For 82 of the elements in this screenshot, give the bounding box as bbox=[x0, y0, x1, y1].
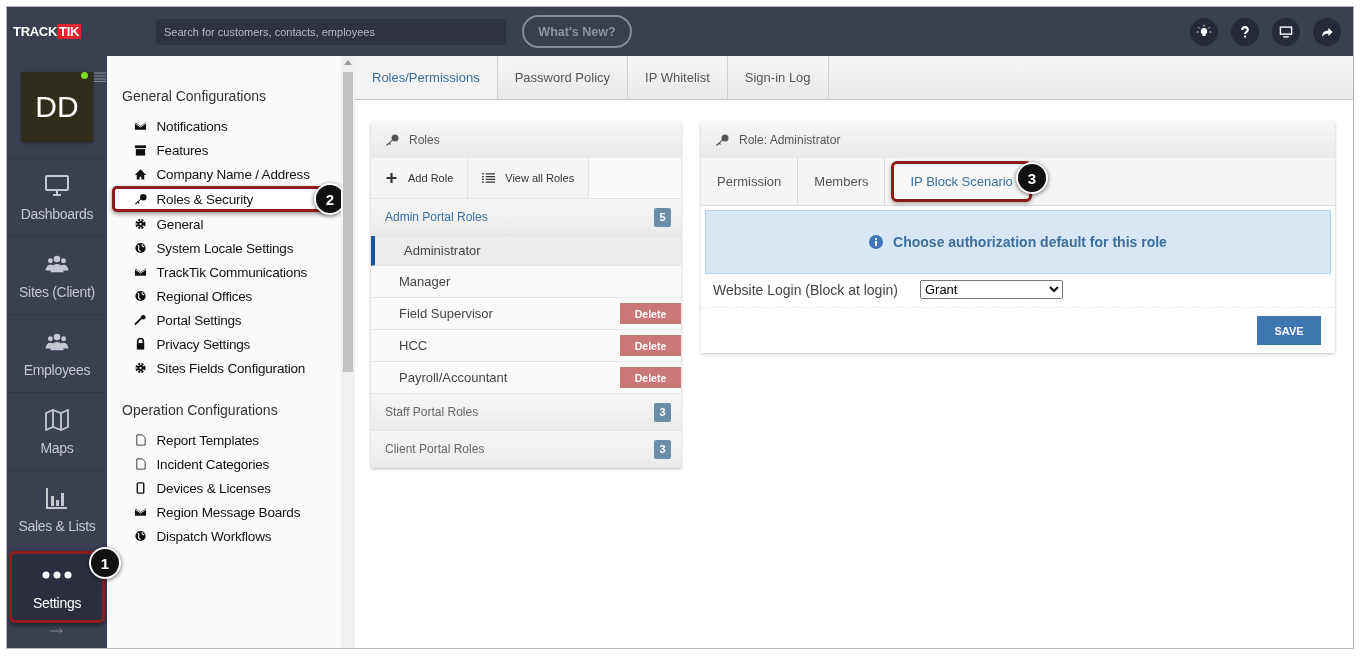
document-icon bbox=[134, 434, 147, 446]
tab[interactable]: Permission bbox=[701, 158, 799, 205]
save-button[interactable]: SAVE bbox=[1257, 316, 1321, 345]
count-badge: 5 bbox=[654, 207, 671, 227]
menu-item[interactable]: Privacy Settings bbox=[122, 332, 334, 356]
key-icon bbox=[134, 193, 147, 205]
add-role-button[interactable]: Add Role bbox=[371, 158, 469, 198]
envelope-icon bbox=[134, 120, 147, 132]
menu-item[interactable]: Region Message Boards bbox=[122, 500, 334, 524]
key-icon bbox=[385, 134, 399, 146]
lightbulb-button[interactable] bbox=[1190, 17, 1218, 46]
role-name: Payroll/Accountant bbox=[399, 370, 508, 385]
key-icon bbox=[715, 134, 729, 146]
share-button[interactable] bbox=[1313, 17, 1341, 46]
field-label: Website Login (Block at login) bbox=[713, 281, 898, 298]
tab[interactable]: Members bbox=[798, 158, 886, 205]
role-item[interactable]: Manager bbox=[371, 266, 681, 298]
globe-icon bbox=[134, 242, 147, 254]
globe-icon bbox=[134, 530, 147, 542]
menu-item[interactable]: Features bbox=[122, 138, 334, 162]
section-title: General Configurations bbox=[122, 88, 267, 104]
section-title: Operation Configurations bbox=[122, 402, 279, 418]
panel-title: Roles bbox=[409, 133, 440, 147]
menu-item[interactable]: TrackTik Communications bbox=[122, 260, 334, 284]
home-icon bbox=[134, 168, 147, 180]
scrollbar[interactable] bbox=[341, 56, 355, 648]
gift-icon bbox=[134, 144, 147, 156]
help-button[interactable] bbox=[1231, 17, 1259, 46]
role-name: HCC bbox=[399, 338, 428, 353]
document-icon bbox=[134, 458, 147, 470]
plus-icon bbox=[385, 172, 398, 184]
menu-item[interactable]: System Locale Settings bbox=[122, 236, 334, 260]
panel-title: Role: Administrator bbox=[739, 133, 841, 147]
gear-icon bbox=[134, 362, 147, 374]
count-badge: 3 bbox=[654, 402, 671, 422]
menu-item[interactable]: Report Templates bbox=[122, 428, 334, 452]
monitor-icon bbox=[43, 173, 71, 198]
info-text: Choose authorization default for this role bbox=[893, 234, 1167, 250]
info-icon bbox=[869, 235, 884, 249]
step-badge: 2 bbox=[314, 183, 341, 215]
role-group-header[interactable]: Admin Portal Roles 5 bbox=[371, 199, 681, 236]
logo[interactable]: TRACKTIK bbox=[13, 24, 156, 39]
monitor-icon bbox=[1279, 24, 1293, 39]
role-item[interactable]: Field Supervisor Delete bbox=[371, 298, 681, 330]
menu-item[interactable]: Company Name / Address bbox=[122, 162, 334, 186]
role-name: Manager bbox=[399, 274, 451, 289]
wrench-icon bbox=[134, 314, 147, 326]
globe-icon bbox=[134, 290, 147, 302]
monitor-button[interactable] bbox=[1272, 17, 1300, 46]
phone-icon bbox=[134, 482, 147, 494]
more-icon bbox=[42, 571, 72, 579]
envelope-icon bbox=[134, 266, 147, 278]
menu-item[interactable]: Sites Fields Configuration bbox=[122, 356, 334, 380]
envelope-icon bbox=[134, 506, 147, 518]
tab[interactable]: Password Policy bbox=[497, 56, 629, 99]
role-item[interactable]: HCC Delete bbox=[371, 330, 681, 362]
menu-item[interactable]: Devices & Licenses bbox=[122, 476, 334, 500]
tab[interactable]: Sign-in Log bbox=[727, 56, 829, 99]
count-badge: 3 bbox=[654, 439, 671, 459]
menu-item[interactable]: Incident Categories bbox=[122, 452, 334, 476]
search-field[interactable]: Search for customers, contacts, employees bbox=[156, 18, 506, 45]
menu-item[interactable]: Dispatch Workflows bbox=[122, 524, 334, 548]
role-group-header[interactable]: Client Portal Roles 3 bbox=[371, 431, 681, 468]
menu-item[interactable]: Notifications bbox=[122, 114, 334, 138]
menu-item[interactable]: Portal Settings bbox=[122, 308, 334, 332]
view-all-roles-button[interactable]: View all Roles bbox=[468, 158, 590, 198]
gear-icon bbox=[134, 218, 147, 230]
role-group-header[interactable]: Staff Portal Roles 3 bbox=[371, 394, 681, 431]
tab[interactable]: IP Whitelist bbox=[628, 56, 728, 99]
login-select[interactable]: Grant bbox=[919, 280, 1063, 299]
help-icon bbox=[1238, 24, 1252, 39]
list-icon bbox=[482, 172, 496, 184]
menu-item[interactable]: Regional Offices bbox=[122, 284, 334, 308]
menu-item[interactable]: General bbox=[122, 212, 334, 236]
role-item[interactable]: Administrator bbox=[371, 236, 681, 266]
role-name: Field Supervisor bbox=[399, 306, 493, 321]
avatar[interactable]: DD bbox=[21, 72, 93, 142]
list-icon[interactable] bbox=[94, 72, 106, 82]
role-name: Administrator bbox=[404, 243, 481, 258]
tab[interactable]: Roles/Permissions bbox=[355, 56, 498, 99]
map-icon bbox=[43, 407, 71, 432]
lock-icon bbox=[134, 338, 147, 350]
